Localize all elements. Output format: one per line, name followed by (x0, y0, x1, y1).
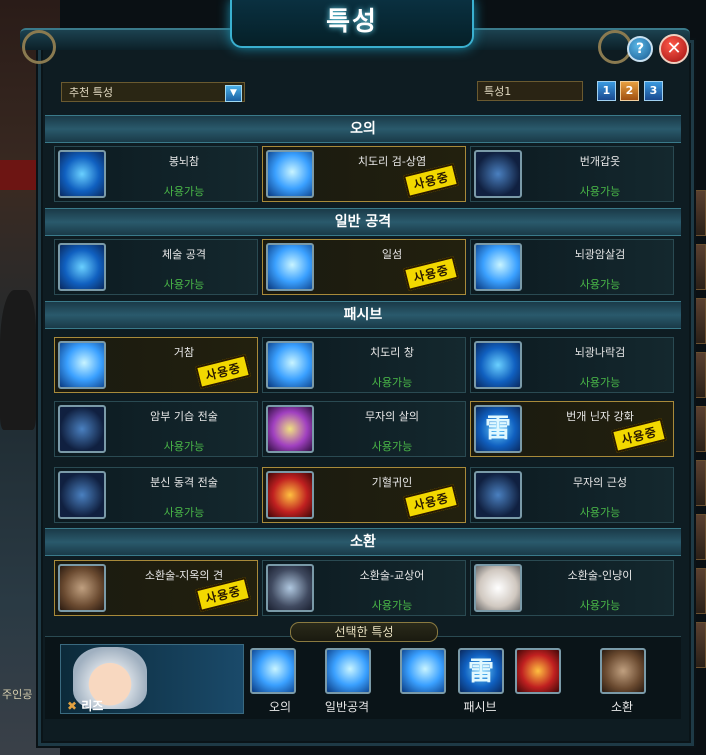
trait-card[interactable]: 분신 동격 전술 사용가능 (54, 467, 258, 523)
trait-status: 사용가능 (579, 506, 621, 519)
slash-wave-icon (58, 341, 106, 389)
lightning-armor-icon (474, 150, 522, 198)
trait-card[interactable]: 소환술-지옥의 견 사용중 (54, 560, 258, 616)
section-normal-attack-header: 일반 공격 (45, 208, 681, 236)
blue-figure-icon (474, 471, 522, 519)
trait-name: 무자의 근성 (572, 476, 628, 489)
trait-card[interactable]: 일섬 사용중 (262, 239, 466, 295)
section-passive-header: 패시브 (45, 301, 681, 329)
fist-icon (58, 243, 106, 291)
trait-card[interactable]: 봉뇌참 사용가능 (54, 146, 258, 202)
crescent-slash-icon (266, 405, 314, 453)
selected-hell-hound-icon[interactable] (600, 648, 646, 694)
section-summon-header: 소환 (45, 528, 681, 556)
trait-name: 뇌광암살검 (574, 248, 626, 261)
chidori-sword-icon (266, 150, 314, 198)
background-left-label: 주인공 (2, 688, 33, 701)
trait-card[interactable]: 소환술-인냥이 사용가능 (470, 560, 674, 616)
trait-card[interactable]: 소환술-교상어 사용가능 (262, 560, 466, 616)
trait-card[interactable]: 번개갑옷 사용가능 (470, 146, 674, 202)
trait-card[interactable]: 雷 번개 닌자 강화 사용중 (470, 401, 674, 457)
trait-name: 봉뇌참 (168, 155, 200, 168)
selected-red-demon-icon[interactable] (515, 648, 561, 694)
trait-card[interactable]: 뇌광나락검 사용가능 (470, 337, 674, 393)
trait-status: 사용가능 (163, 278, 205, 291)
trait-status: 사용가능 (579, 599, 621, 612)
ninja-cat-icon (474, 564, 522, 612)
trait-name: 무자의 살의 (364, 410, 420, 423)
section-ultimate-header: 오의 (45, 115, 681, 143)
selected-group-passive-label: 패시브 (463, 700, 497, 714)
selected-traits-title: 선택한 특성 (290, 622, 438, 642)
help-button[interactable]: ? (627, 36, 653, 62)
trait-status: 사용가능 (579, 278, 621, 291)
trait-status: 사용가능 (163, 185, 205, 198)
selected-flash-slash-icon[interactable] (325, 648, 371, 694)
trait-status: 사용가능 (579, 376, 621, 389)
preset-page-1-button[interactable]: 1 (597, 81, 616, 101)
trait-status: 사용가능 (371, 376, 413, 389)
preset-page-3-button[interactable]: 3 (644, 81, 663, 101)
preset-name-field[interactable]: 특성1 (477, 81, 583, 101)
selected-group-ultimate-label: 오의 (268, 700, 292, 714)
trait-name: 체술 공격 (162, 248, 206, 261)
chevron-down-icon[interactable]: ▼ (225, 85, 242, 102)
recommend-trait-select[interactable]: 추천 특성 ▼ (61, 82, 245, 102)
shark-icon (266, 564, 314, 612)
falling-blade-icon (474, 341, 522, 389)
trait-status: 사용가능 (371, 440, 413, 453)
trait-card[interactable]: 무자의 살의 사용가능 (262, 401, 466, 457)
cross-blades-icon (474, 243, 522, 291)
recommend-trait-select-value: 추천 특성 (69, 86, 113, 99)
trait-card[interactable]: 거참 사용중 (54, 337, 258, 393)
selected-thunder-kanji-icon[interactable]: 雷 (458, 648, 504, 694)
trait-name: 분신 동격 전술 (150, 476, 218, 489)
trait-name: 소환술-교상어 (359, 569, 425, 582)
trait-status: 사용가능 (163, 440, 205, 453)
window-title: 특성 (230, 0, 474, 48)
character-portrait: ✖ 리즈 (60, 644, 244, 714)
flash-slash-icon (266, 243, 314, 291)
trait-card[interactable]: 치도리 검-상염 사용중 (262, 146, 466, 202)
selected-group-normal-attack-label: 일반공격 (324, 700, 370, 714)
chidori-spear-icon (266, 341, 314, 389)
ornament-left-icon (22, 30, 56, 64)
trait-name: 소환술-인냥이 (567, 569, 633, 582)
clones-icon (58, 471, 106, 519)
thunder-kanji-icon: 雷 (474, 405, 522, 453)
trait-name: 치도리 창 (370, 346, 414, 359)
trait-status: 사용가능 (579, 185, 621, 198)
lightning-blade-icon (58, 150, 106, 198)
trait-status: 사용가능 (163, 506, 205, 519)
selected-slash-wave-icon[interactable] (400, 648, 446, 694)
selected-group-summon-label: 소환 (610, 700, 634, 714)
trait-card[interactable]: 기혈귀인 사용중 (262, 467, 466, 523)
preset-page-2-button[interactable]: 2 (620, 81, 639, 101)
character-name-label: ✖ 리즈 (67, 697, 103, 714)
trait-name: 뇌광나락검 (574, 346, 626, 359)
selected-chidori-sword-icon[interactable] (250, 648, 296, 694)
trait-name: 암부 기습 전술 (150, 410, 218, 423)
trait-card[interactable]: 암부 기습 전술 사용가능 (54, 401, 258, 457)
trait-card[interactable]: 뇌광암살검 사용가능 (470, 239, 674, 295)
close-button[interactable]: ✕ (659, 34, 689, 64)
trait-card[interactable]: 무자의 근성 사용가능 (470, 467, 674, 523)
red-demon-icon (266, 471, 314, 519)
anbu-silhouette-icon (58, 405, 106, 453)
trait-name: 번개갑옷 (579, 155, 621, 168)
character-name: 리즈 (81, 699, 104, 713)
background-character (0, 290, 36, 430)
trait-card[interactable]: 체술 공격 사용가능 (54, 239, 258, 295)
hell-hound-icon (58, 564, 106, 612)
trait-card[interactable]: 치도리 창 사용가능 (262, 337, 466, 393)
trait-status: 사용가능 (371, 599, 413, 612)
shuriken-icon: ✖ (67, 699, 78, 713)
